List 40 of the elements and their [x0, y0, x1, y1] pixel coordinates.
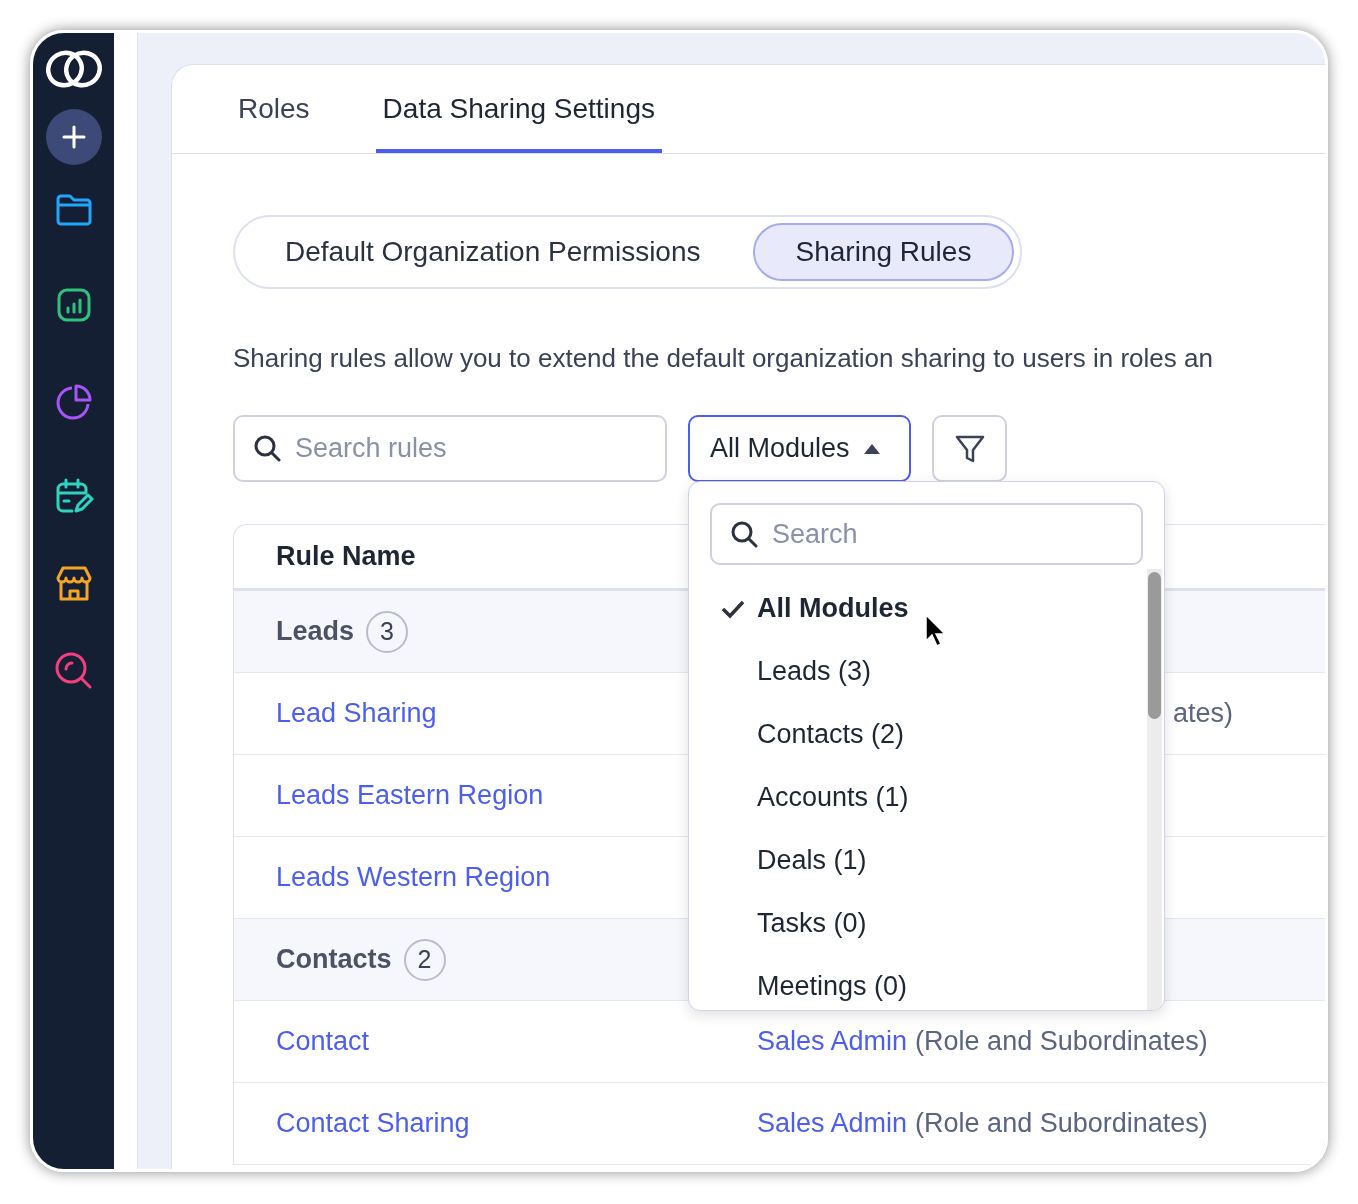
segment-tab[interactable]: Default Organization Permissions	[241, 223, 745, 281]
rule-link[interactable]: Contact	[276, 1026, 370, 1057]
role-link[interactable]: Sales Admin	[757, 1103, 908, 1144]
check-icon	[721, 598, 745, 619]
search-icon	[730, 520, 758, 548]
dropdown-option[interactable]: Tasks (0)	[689, 892, 1164, 955]
count-badge: 2	[403, 938, 446, 981]
group-label: Leads	[276, 615, 355, 649]
count-badge: 3	[366, 610, 409, 653]
tab[interactable]: Roles	[231, 65, 317, 153]
dropdown-search-field[interactable]: Search	[710, 503, 1143, 565]
dropdown-option[interactable]: All Modules	[689, 577, 1164, 640]
search-icon[interactable]	[53, 651, 94, 691]
column-header: Rule Name	[276, 540, 416, 574]
description-text: Sharing rules allow you to extend the default organization sharing to users in roles an	[233, 342, 1214, 375]
rule-link[interactable]: Leads Eastern Region	[276, 780, 544, 811]
rule-link[interactable]: Contact Sharing	[276, 1108, 470, 1139]
dropdown-option[interactable]: Leads (3)	[689, 640, 1164, 703]
rule-link[interactable]: Leads Western Region	[276, 862, 551, 893]
dropdown-option[interactable]: Meetings (0)	[689, 955, 1164, 1010]
store-icon[interactable]	[54, 565, 93, 603]
search-icon	[253, 434, 281, 462]
role-link[interactable]: Sales Admin	[757, 1021, 908, 1062]
bar-chart-icon[interactable]	[55, 287, 92, 323]
search-rules-field[interactable]: Search rules	[233, 415, 667, 482]
folder-icon[interactable]	[54, 193, 93, 227]
dropdown-option[interactable]: Accounts (1)	[689, 766, 1164, 829]
group-label: Contacts	[276, 943, 392, 977]
role-scope-text: ates)	[1172, 697, 1233, 731]
segment-tab[interactable]: Sharing Rules	[752, 223, 1015, 281]
dropdown-option[interactable]: Deals (1)	[689, 829, 1164, 892]
scrollbar-thumb[interactable]	[1148, 572, 1161, 719]
pie-chart-icon[interactable]	[54, 383, 93, 421]
caret-icon	[863, 443, 880, 454]
dropdown-option[interactable]: Contacts (2)	[689, 703, 1164, 766]
plus-icon	[61, 125, 86, 149]
rule-link[interactable]: Lead Sharing	[276, 698, 437, 729]
role-scope-text: (Role and Subordinates)	[915, 1025, 1208, 1059]
tab[interactable]: Data Sharing Settings	[375, 65, 662, 153]
role-scope-text: (Role and Subordinates)	[915, 1107, 1208, 1141]
